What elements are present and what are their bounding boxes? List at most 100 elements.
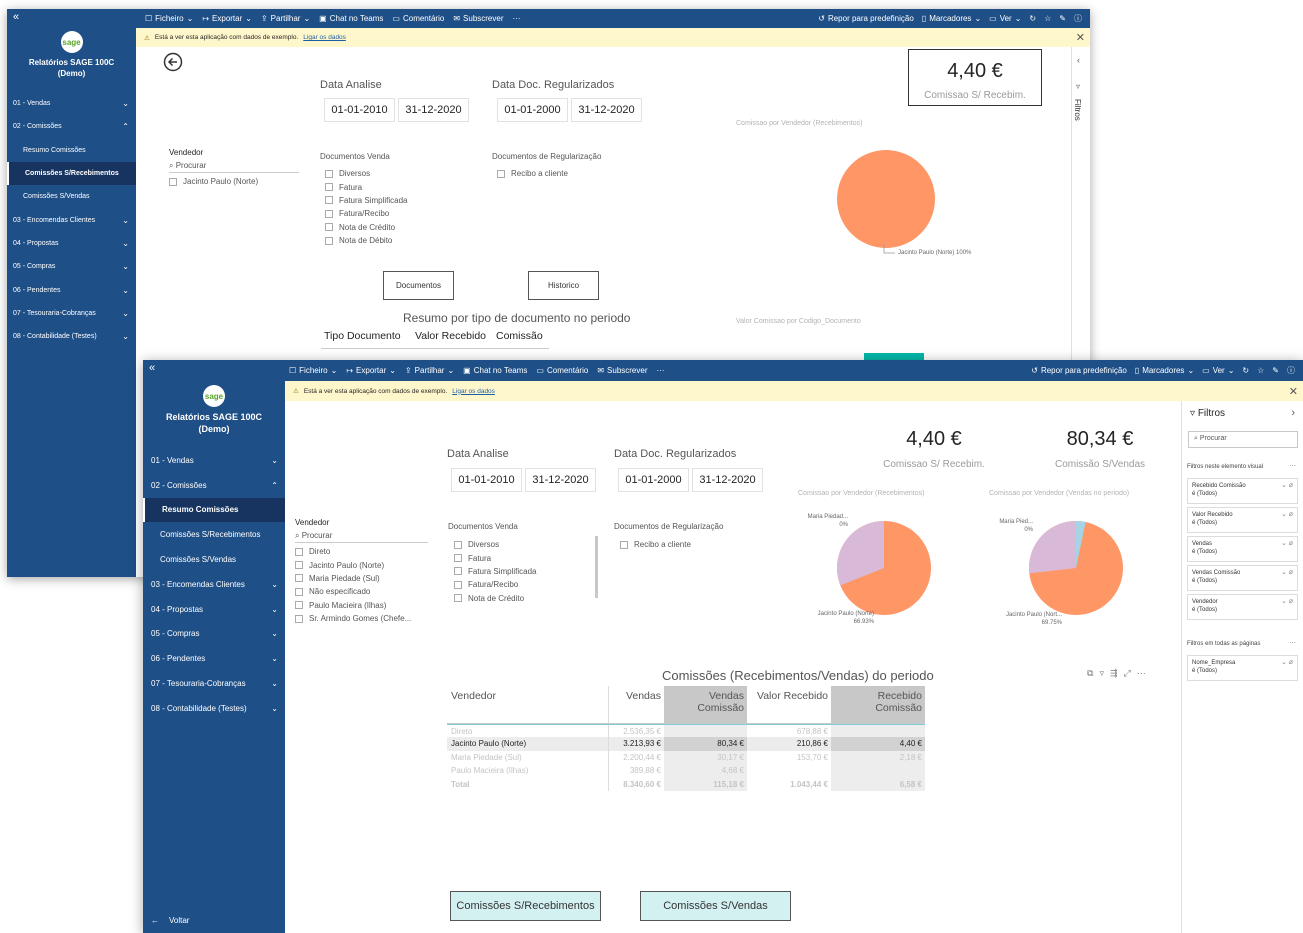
nav-item-propostas[interactable]: 04 - Propostas ⌄ <box>143 597 285 622</box>
reset-default-button[interactable]: ↺ Repor para predefinição <box>1031 366 1127 375</box>
filter-card[interactable]: Vendedor é (Todos) ⌄ ⌀ <box>1187 594 1298 620</box>
connect-data-link[interactable]: Ligar os dados <box>303 34 346 41</box>
connect-data-link[interactable]: Ligar os dados <box>452 388 495 395</box>
matrix-row[interactable]: Jacinto Paulo (Norte) 3.213,93 €80,34 € 21… <box>447 737 925 751</box>
teams-chat-button[interactable]: ▣ Chat no Teams <box>319 14 383 23</box>
nav-item-pendentes[interactable]: 06 - Pendentes ⌄ <box>7 278 136 301</box>
nav-item-resumo-comissoes[interactable]: Resumo Comissões <box>143 497 285 523</box>
nav-item-compras[interactable]: 05 - Compras ⌄ <box>7 255 136 278</box>
nav-item-compras[interactable]: 05 - Compras ⌄ <box>143 622 285 647</box>
comissoes-vendas-button[interactable]: Comissões S/Vendas <box>640 891 791 921</box>
refresh-icon[interactable]: ↻ <box>1029 14 1036 23</box>
partilhar-menu[interactable]: ⇪ Partilhar ⌄ <box>405 366 454 375</box>
date-reg-end[interactable]: 31-12-2020 <box>692 468 763 492</box>
matrix-row[interactable]: Direto 2.536,35 € 678,88 € <box>447 724 925 738</box>
date-reg-start[interactable]: 01-01-2000 <box>618 468 689 492</box>
docs-venda-scrollbar[interactable] <box>595 536 598 598</box>
nav-item-contabilidade[interactable]: 08 - Contabilidade (Testes) ⌄ <box>143 696 285 721</box>
matrix-total-row[interactable]: Total 8.340,60 €115,18 € 1.043,44 €6,58 € <box>447 777 925 791</box>
reset-default-button[interactable]: ↺ Repor para predefinição <box>818 14 914 23</box>
header-recebido-comissao[interactable]: Recebido Comissão <box>831 686 925 723</box>
nav-item-propostas[interactable]: 04 - Propostas ⌄ <box>7 232 136 255</box>
more-options-button[interactable]: ··· <box>657 366 665 375</box>
header-vendas-comissao[interactable]: Vendas Comissão <box>664 686 747 723</box>
exportar-menu[interactable]: ↦ Exportar ⌄ <box>346 366 396 375</box>
vendedor-search[interactable]: ⌕ Procurar <box>169 161 299 173</box>
header-vendas[interactable]: Vendas <box>609 686 664 723</box>
date-analise-start[interactable]: 01-01-2010 <box>451 468 522 492</box>
matrix-row[interactable]: Maria Piedade (Sul) 2.200,44 €30,17 € 153,… <box>447 750 925 765</box>
more-options-icon[interactable]: ⋯ <box>1137 668 1146 679</box>
doc-option[interactable]: Fatura <box>325 180 407 193</box>
doc-option[interactable]: Nota de Débito <box>325 234 407 247</box>
chevron-down-icon[interactable]: ⌄ ⌀ <box>1281 569 1293 577</box>
header-valor-recebido[interactable]: Valor Recebido <box>413 330 494 348</box>
focus-mode-icon[interactable]: ⤢ <box>1124 668 1131 679</box>
favorite-icon[interactable]: ☆ <box>1257 366 1264 375</box>
date-reg-start[interactable]: 01-01-2000 <box>497 98 568 122</box>
nav-item-comissoes[interactable]: 02 - Comissões ⌃ <box>7 115 136 138</box>
vendedor-option[interactable]: Paulo Macieira (Ilhas) <box>295 599 411 612</box>
nav-item-vendas[interactable]: 01 - Vendas ⌄ <box>143 448 285 473</box>
bookmarks-menu[interactable]: ▯ Marcadores ⌄ <box>1135 366 1194 375</box>
exportar-menu[interactable]: ↦ Exportar ⌄ <box>202 14 252 23</box>
nav-item-comissoes[interactable]: 02 - Comissões ⌃ <box>143 473 285 498</box>
comissoes-recebimentos-button[interactable]: Comissões S/Recebimentos <box>450 891 601 921</box>
chevron-down-icon[interactable]: ⌄ ⌀ <box>1281 659 1293 667</box>
header-valor-recebido[interactable]: Valor Recebido <box>747 686 831 723</box>
date-analise-end[interactable]: 31-12-2020 <box>398 98 469 122</box>
info-icon[interactable]: ⓘ <box>1287 365 1295 376</box>
ficheiro-menu[interactable]: ☐ Ficheiro ⌄ <box>145 14 193 23</box>
pie2-slice-maria[interactable] <box>1028 521 1076 574</box>
vendedor-option[interactable]: Direto <box>295 545 411 558</box>
edit-icon[interactable]: ✎ <box>1272 366 1279 375</box>
header-comissao[interactable]: Comissão <box>494 330 549 348</box>
doc-option[interactable]: Nota de Crédito <box>325 221 407 234</box>
vendedor-option[interactable]: Jacinto Paulo (Norte) <box>169 175 258 188</box>
nav-item-comissoes-recebimentos[interactable]: Comissões S/Recebimentos <box>7 161 136 186</box>
pie-chart-vendas[interactable] <box>1028 520 1124 616</box>
nav-item-tesouraria[interactable]: 07 - Tesouraria-Cobranças ⌄ <box>143 671 285 696</box>
close-warning-icon[interactable]: ✕ <box>1289 385 1298 398</box>
matrix-row[interactable]: Paulo Macieira (Ilhas) 389,88 €4,68 € <box>447 764 925 778</box>
date-reg-end[interactable]: 31-12-2020 <box>571 98 642 122</box>
vendedor-option[interactable]: Sr. Armindo Gomes (Chefe... <box>295 612 411 625</box>
historico-button[interactable]: Historico <box>528 271 599 300</box>
vendedor-option[interactable]: Não especificado <box>295 585 411 598</box>
nav-item-comissoes-vendas[interactable]: Comissões S/Vendas <box>143 547 285 572</box>
documentos-button[interactable]: Documentos <box>383 271 454 300</box>
filters-search-input[interactable]: ⌕ Procurar <box>1188 431 1298 448</box>
teams-chat-button[interactable]: ▣ Chat no Teams <box>463 366 527 375</box>
pie-chart-recebimentos[interactable] <box>836 520 932 616</box>
vendedor-search[interactable]: ⌕ Procurar <box>295 531 428 543</box>
doc-option[interactable]: Fatura Simplificada <box>325 194 407 207</box>
collapse-nav-icon[interactable]: « <box>149 362 155 374</box>
nav-item-comissoes-vendas[interactable]: Comissões S/Vendas <box>7 185 136 208</box>
nav-item-comissoes-recebimentos[interactable]: Comissões S/Recebimentos <box>143 522 285 547</box>
doc-option[interactable]: Fatura <box>454 551 536 564</box>
filter-card[interactable]: Vendas é (Todos) ⌄ ⌀ <box>1187 536 1298 562</box>
doc-option[interactable]: Nota de Crédito <box>454 592 536 605</box>
date-analise-start[interactable]: 01-01-2010 <box>324 98 395 122</box>
filter-card[interactable]: Vendas Comissão é (Todos) ⌄ ⌀ <box>1187 565 1298 591</box>
date-analise-end[interactable]: 31-12-2020 <box>525 468 596 492</box>
doc-reg-option[interactable]: Recibo a cliente <box>620 538 691 551</box>
doc-option[interactable]: Diversos <box>325 167 407 180</box>
filter-card[interactable]: Nome_Empresa é (Todos) ⌄ ⌀ <box>1187 655 1298 681</box>
view-menu[interactable]: ▭ Ver ⌄ <box>989 14 1021 23</box>
ficheiro-menu[interactable]: ☐ Ficheiro ⌄ <box>289 366 337 375</box>
vendedor-option[interactable]: Maria Piedade (Sul) <box>295 572 411 585</box>
more-options-icon[interactable]: ⋯ <box>1289 639 1296 647</box>
doc-option[interactable]: Diversos <box>454 538 536 551</box>
back-arrow-icon[interactable] <box>163 52 183 72</box>
nav-item-tesouraria[interactable]: 07 - Tesouraria-Cobranças ⌄ <box>7 302 136 325</box>
refresh-icon[interactable]: ↻ <box>1242 366 1249 375</box>
chevron-down-icon[interactable]: ⌄ ⌀ <box>1281 482 1293 490</box>
doc-reg-option[interactable]: Recibo a cliente <box>497 167 568 180</box>
chevron-down-icon[interactable]: ⌄ ⌀ <box>1281 540 1293 548</box>
more-options-button[interactable]: ··· <box>513 14 521 23</box>
info-icon[interactable]: ⓘ <box>1074 13 1082 24</box>
nav-item-encomendas[interactable]: 03 - Encomendas Clientes ⌄ <box>7 208 136 231</box>
pie-chart-recebimentos[interactable] <box>835 148 939 252</box>
filter-card[interactable]: Recebido Comissão é (Todos) ⌄ ⌀ <box>1187 478 1298 504</box>
